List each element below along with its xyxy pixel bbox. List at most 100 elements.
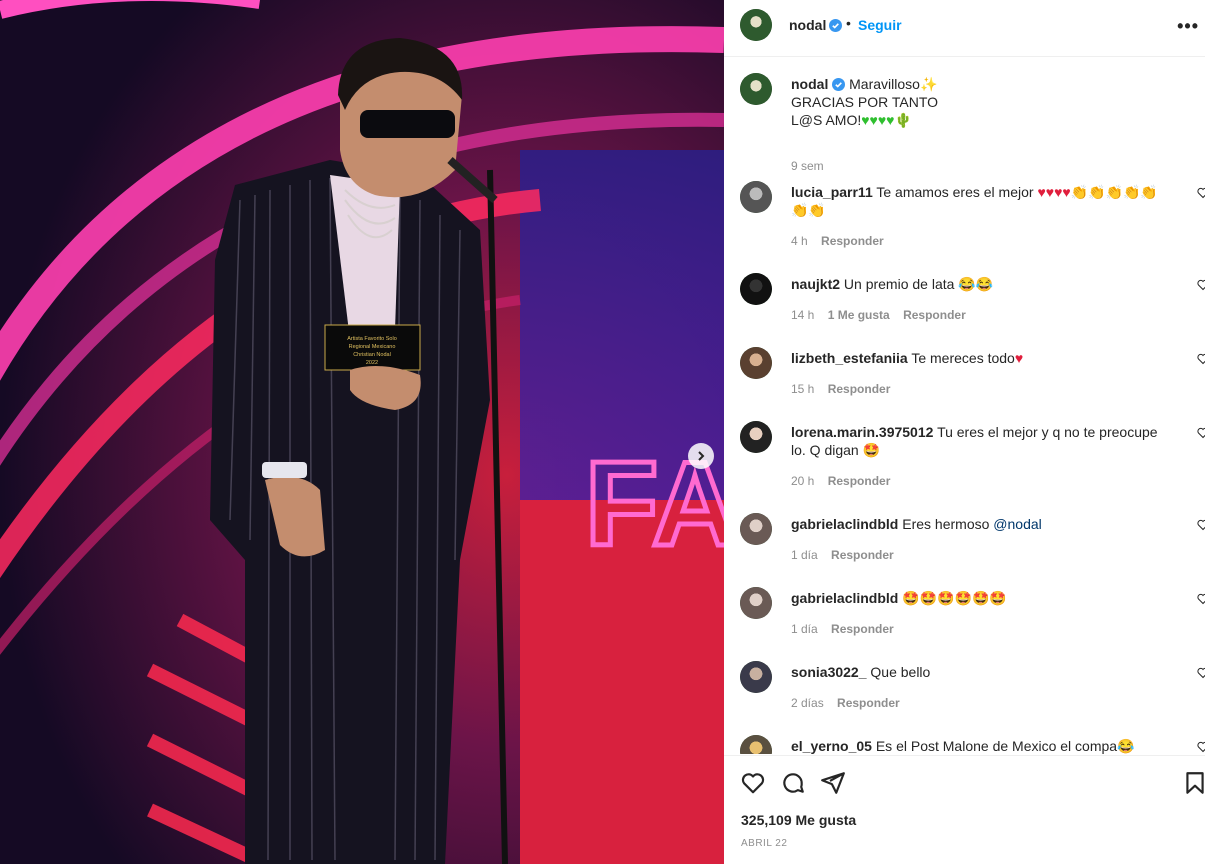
comments-list[interactable]: nodal Maravilloso✨ GRACIAS POR TANTO L@S… — [724, 57, 1205, 754]
sparkles-emoji-icon: ✨ — [919, 76, 938, 92]
reply-button[interactable]: Responder — [828, 474, 891, 488]
reply-button[interactable]: Responder — [831, 622, 894, 636]
comment-username[interactable]: gabrielaclindbld — [791, 516, 898, 532]
like-comment-icon[interactable] — [1197, 187, 1205, 199]
comment-text-line: gabrielaclindbld Eres hermoso @nodal — [791, 515, 1171, 533]
verified-icon — [832, 78, 846, 91]
post-side-panel: nodal • Seguir ••• nodal Maravilloso✨ GR… — [724, 0, 1205, 864]
star-struck-emoji-icon: 🤩 — [862, 442, 881, 458]
comment-username[interactable]: lucia_parr11 — [791, 184, 873, 200]
comment-username[interactable]: el_yerno_05 — [791, 738, 872, 754]
likes-count[interactable]: 325,109 Me gusta — [741, 812, 856, 828]
comment-time: 1 día — [791, 622, 818, 636]
like-comment-icon[interactable] — [1197, 667, 1205, 679]
comment-text-line: sonia3022_ Que bello — [791, 663, 1171, 681]
comment-likes[interactable]: 1 Me gusta — [828, 308, 890, 322]
heart-emoji-icon: ♥ — [1014, 350, 1024, 366]
comment-text-line: gabrielaclindbld 🤩🤩🤩🤩🤩🤩 — [791, 589, 1171, 607]
commenter-avatar[interactable] — [740, 421, 772, 453]
comment-time: 14 h — [791, 308, 815, 322]
comment-meta: 20 h Responder — [791, 474, 890, 488]
mention-link[interactable]: @nodal — [993, 516, 1041, 532]
like-comment-icon[interactable] — [1197, 593, 1205, 605]
comment-text-line: lorena.marin.3975012 Tu eres el mejor y … — [791, 423, 1171, 459]
header-separator: • — [846, 15, 851, 31]
commenter-avatar[interactable] — [740, 661, 772, 693]
more-options-button[interactable]: ••• — [1177, 16, 1199, 37]
commenter-avatar[interactable] — [740, 181, 772, 213]
laughing-emoji-icon: 😂😂 — [958, 276, 994, 292]
comment-meta: 1 día Responder — [791, 622, 894, 636]
comment-meta: 15 h Responder — [791, 382, 890, 396]
next-image-button[interactable] — [688, 443, 714, 469]
reply-button[interactable]: Responder — [821, 234, 884, 248]
chevron-right-icon — [698, 451, 705, 461]
comment-meta: 14 h 1 Me gusta Responder — [791, 308, 966, 322]
comment-username[interactable]: lizbeth_estefaniia — [791, 350, 908, 366]
comment-time: 20 h — [791, 474, 815, 488]
reply-button[interactable]: Responder — [831, 548, 894, 562]
star-struck-emoji-icon: 🤩🤩🤩🤩🤩🤩 — [902, 590, 1007, 606]
like-comment-icon[interactable] — [1197, 519, 1205, 531]
caption-username[interactable]: nodal — [791, 76, 828, 92]
reply-button[interactable]: Responder — [828, 382, 891, 396]
bookmark-icon[interactable] — [1182, 770, 1205, 796]
like-comment-icon[interactable] — [1197, 353, 1205, 365]
comment-text: Es el Post Malone de Mexico el compa — [875, 738, 1118, 754]
cactus-emoji-icon: 🌵 — [894, 112, 912, 128]
plaque-line-3: Christian Nodal — [353, 352, 391, 358]
author-username[interactable]: nodal — [789, 17, 826, 33]
reply-button[interactable]: Responder — [903, 308, 966, 322]
comment-text: Te amamos eres el mejor — [876, 184, 1034, 200]
comment-text: Que bello — [870, 664, 931, 680]
caption-text: nodal Maravilloso✨ GRACIAS POR TANTO L@S… — [791, 75, 1171, 129]
caption-avatar[interactable] — [740, 73, 772, 105]
comment-text: Te mereces todo — [911, 350, 1015, 366]
comment-username[interactable]: naujkt2 — [791, 276, 840, 292]
concert-photo-illustration: FAV Artista Favorito Solo Regional Mexic… — [0, 0, 724, 864]
follow-button[interactable]: Seguir — [858, 17, 902, 33]
share-icon[interactable] — [820, 770, 846, 796]
post-header: nodal • Seguir ••• — [724, 0, 1205, 57]
heart-icon[interactable] — [740, 770, 766, 796]
comment-username[interactable]: lorena.marin.3975012 — [791, 424, 933, 440]
commenter-avatar[interactable] — [740, 273, 772, 305]
post-actions: 325,109 Me gusta ABRIL 22 — [724, 755, 1205, 865]
comment-text-line: naujkt2 Un premio de lata 😂😂 — [791, 275, 1171, 293]
comment-username[interactable]: sonia3022_ — [791, 664, 867, 680]
comment-time: 15 h — [791, 382, 815, 396]
commenter-avatar[interactable] — [740, 347, 772, 379]
comment-text-line: lucia_parr11 Te amamos eres el mejor ♥♥♥… — [791, 183, 1171, 219]
author-avatar[interactable] — [740, 9, 772, 41]
caption-line-3: L@S AMO! — [791, 112, 862, 128]
comment-meta: 2 días Responder — [791, 696, 900, 710]
like-comment-icon[interactable] — [1197, 279, 1205, 291]
heart-emoji-icon: ♥♥♥♥ — [1037, 184, 1071, 200]
like-comment-icon[interactable] — [1197, 427, 1205, 439]
plaque-line-4: 2022 — [366, 360, 378, 366]
comment-time: 2 días — [791, 696, 824, 710]
caption-line-1: Maravilloso — [849, 76, 920, 92]
plaque-line-2: Regional Mexicano — [349, 344, 396, 350]
comment-text-line: lizbeth_estefaniia Te mereces todo♥ — [791, 349, 1171, 367]
comment-text: Eres hermoso — [902, 516, 990, 532]
verified-icon — [829, 19, 842, 32]
post-photo[interactable]: FAV Artista Favorito Solo Regional Mexic… — [0, 0, 724, 864]
commenter-avatar[interactable] — [740, 735, 772, 754]
comment-time: 4 h — [791, 234, 808, 248]
commenter-avatar[interactable] — [740, 587, 772, 619]
comment-meta: 1 día Responder — [791, 548, 894, 562]
comment-time: 1 día — [791, 548, 818, 562]
post-date: ABRIL 22 — [741, 838, 788, 849]
reply-button[interactable]: Responder — [837, 696, 900, 710]
caption-line-2: GRACIAS POR TANTO — [791, 94, 939, 110]
comment-username[interactable]: gabrielaclindbld — [791, 590, 898, 606]
commenter-avatar[interactable] — [740, 513, 772, 545]
like-comment-icon[interactable] — [1197, 741, 1205, 753]
green-heart-emoji-icon: ♥♥♥♥ — [861, 112, 895, 128]
caption-time: 9 sem — [791, 159, 824, 173]
comment-icon[interactable] — [780, 770, 806, 796]
comment-text-line: el_yerno_05 Es el Post Malone de Mexico … — [791, 737, 1171, 754]
comment-meta: 4 h Responder — [791, 234, 884, 248]
laughing-emoji-icon: 😂 — [1117, 738, 1135, 754]
